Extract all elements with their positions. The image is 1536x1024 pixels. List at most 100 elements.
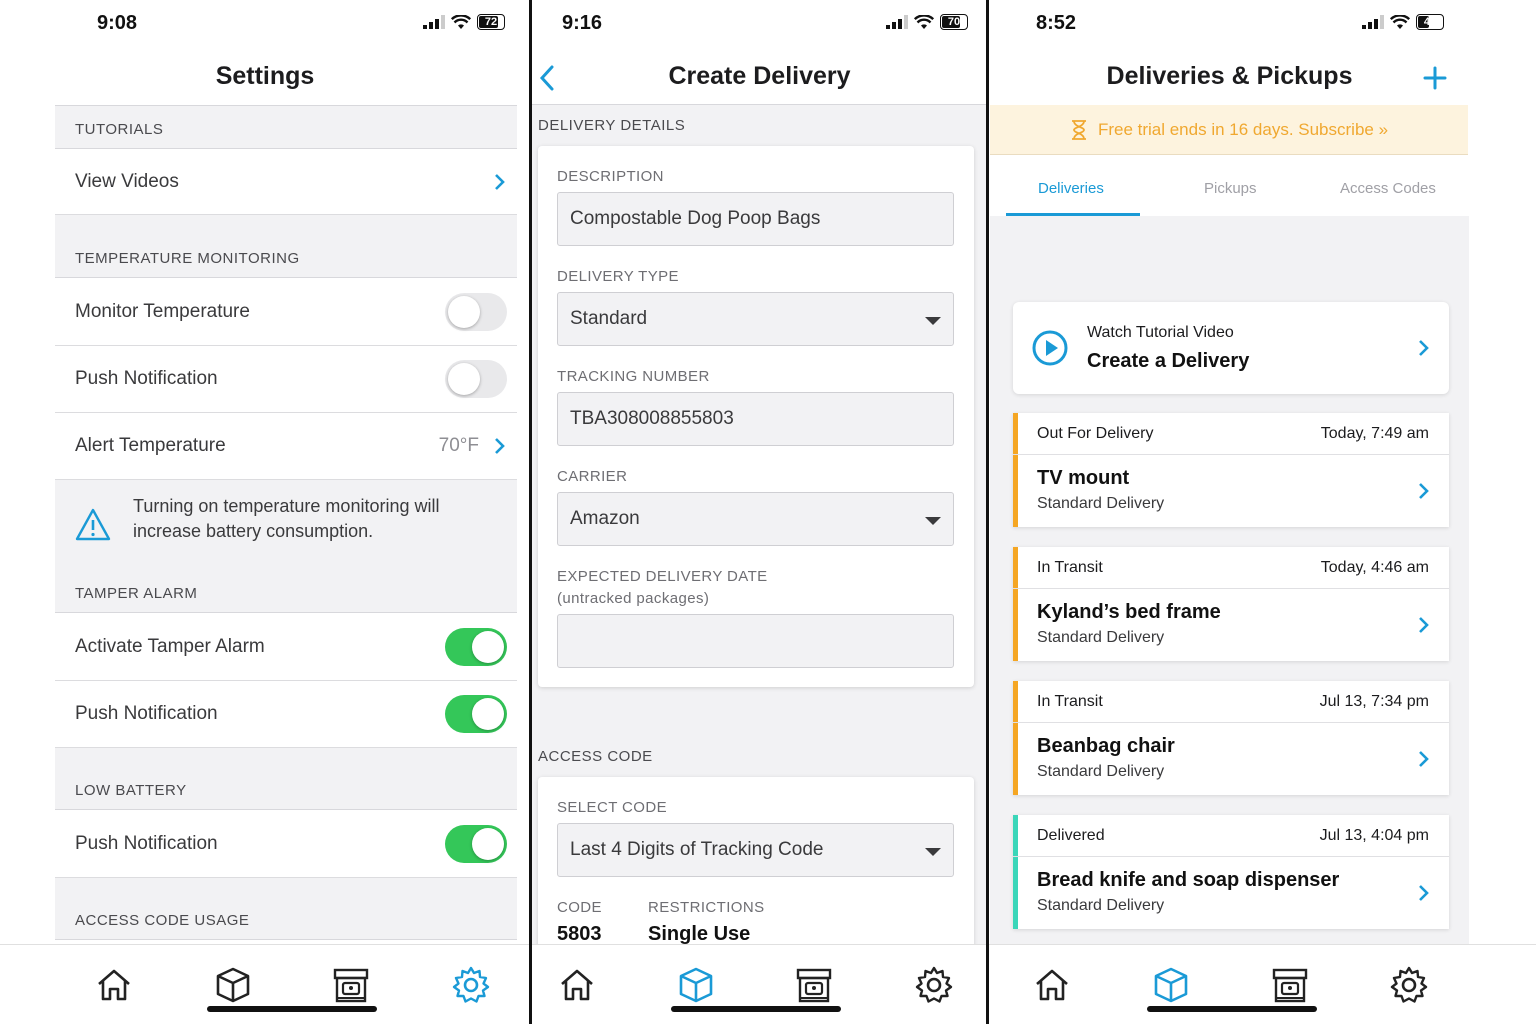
description-input[interactable]: Compostable Dog Poop Bags (557, 192, 954, 246)
package-icon[interactable] (1151, 965, 1191, 1005)
battery-icon: 70 (940, 14, 968, 30)
delivery-type: Standard Delivery (1037, 629, 1165, 646)
delivery-status: In Transit (1037, 558, 1103, 576)
status-time: 9:08 (97, 12, 138, 34)
warning-text: Turning on temperature monitoring will i… (133, 496, 440, 541)
delivery-type: Standard Delivery (1037, 495, 1165, 512)
delivery-type-label: DELIVERY TYPE (557, 268, 679, 285)
delivery-card[interactable]: In Transit Today, 4:46 am Kyland’s bed fr… (1013, 547, 1449, 661)
tracking-number-input[interactable]: TBA308008855803 (557, 392, 954, 446)
page-title: Create Delivery (668, 62, 851, 90)
home-indicator (671, 1006, 841, 1012)
tab-pickups[interactable]: Pickups (1204, 180, 1257, 197)
status-icons: 41 (1362, 14, 1444, 30)
status-time: 8:52 (1036, 12, 1077, 34)
parcel-box-icon[interactable] (794, 965, 834, 1005)
access-code-card: SELECT CODE Last 4 Digits of Tracking Co… (538, 777, 974, 957)
section-header-tutorials: TUTORIALS (55, 105, 517, 149)
delivery-card[interactable]: Delivered Jul 13, 4:04 pm Bread knife and… (1013, 815, 1449, 929)
monitor-temperature-label: Monitor Temperature (75, 300, 250, 322)
warning-icon (75, 508, 111, 541)
add-icon[interactable] (1423, 66, 1447, 90)
delivery-type-value: Standard (570, 308, 648, 329)
gear-icon[interactable] (1389, 965, 1429, 1005)
select-code-select[interactable]: Last 4 Digits of Tracking Code (557, 823, 954, 877)
battery-level: 41 (1423, 16, 1437, 28)
chevron-right-icon (495, 173, 505, 190)
view-videos-row[interactable]: View Videos (55, 149, 517, 215)
gear-icon[interactable] (451, 965, 491, 1005)
chevron-right-icon (1419, 617, 1429, 633)
trial-banner[interactable]: Free trial ends in 16 days. Subscribe » (990, 105, 1468, 155)
select-code-label: SELECT CODE (557, 799, 667, 816)
package-icon[interactable] (676, 965, 716, 1005)
tracking-number-label: TRACKING NUMBER (557, 368, 710, 385)
home-icon[interactable] (1032, 965, 1072, 1005)
temperature-push-toggle[interactable] (445, 360, 507, 398)
delivery-type-select[interactable]: Standard (557, 292, 954, 346)
delivery-title: Kyland’s bed frame (1037, 601, 1221, 623)
delivery-type: Standard Delivery (1037, 897, 1165, 914)
tutorial-small-text: Watch Tutorial Video (1087, 324, 1234, 341)
tutorial-card[interactable]: Watch Tutorial Video Create a Delivery (1013, 302, 1449, 394)
parcel-box-icon[interactable] (331, 965, 371, 1005)
home-indicator (207, 1006, 377, 1012)
activate-tamper-toggle[interactable] (445, 627, 507, 666)
wifi-icon (1390, 14, 1410, 29)
home-indicator (1147, 1006, 1317, 1012)
tab-access-codes[interactable]: Access Codes (1340, 180, 1436, 197)
description-label: DESCRIPTION (557, 168, 664, 185)
select-code-value: Last 4 Digits of Tracking Code (570, 839, 824, 860)
chevron-right-icon (1419, 340, 1429, 356)
page-title: Settings (215, 62, 315, 90)
restrictions-label: RESTRICTIONS (648, 899, 765, 916)
active-tab-underline (1006, 213, 1140, 216)
monitor-temperature-toggle[interactable] (445, 292, 507, 331)
chevron-right-icon (1419, 885, 1429, 901)
delivery-details-header: DELIVERY DETAILS (538, 117, 686, 134)
hourglass-icon (1071, 119, 1086, 140)
tab-deliveries[interactable]: Deliveries (1038, 180, 1104, 197)
gear-icon[interactable] (914, 965, 954, 1005)
activate-tamper-label: Activate Tamper Alarm (75, 635, 265, 657)
carrier-value: Amazon (570, 508, 640, 529)
delivery-time: Jul 13, 7:34 pm (1319, 692, 1429, 710)
wifi-icon (914, 14, 934, 29)
delivery-type: Standard Delivery (1037, 763, 1165, 780)
delivery-card-header: In Transit Jul 13, 7:34 pm (1013, 681, 1449, 723)
delivery-card[interactable]: Out For Delivery Today, 7:49 am TV mount … (1013, 413, 1449, 527)
signal-icon (1362, 15, 1384, 29)
battery-icon: 72 (477, 14, 505, 30)
delivery-title: Beanbag chair (1037, 735, 1175, 757)
section-header-low-battery: LOW BATTERY (55, 748, 517, 810)
delivery-card-header: Out For Delivery Today, 7:49 am (1013, 413, 1449, 455)
code-value: 5803 (557, 923, 602, 945)
carrier-label: CARRIER (557, 468, 628, 485)
home-icon[interactable] (94, 965, 134, 1005)
parcel-box-icon[interactable] (1270, 965, 1310, 1005)
battery-push-toggle[interactable] (445, 824, 507, 863)
access-code-header: ACCESS CODE (538, 748, 653, 765)
alert-temperature-row[interactable]: Alert Temperature 70°F (55, 413, 517, 480)
monitor-temperature-row: Monitor Temperature (55, 278, 517, 346)
dropdown-caret-icon (925, 848, 941, 856)
battery-level: 72 (484, 16, 498, 28)
battery-level: 70 (947, 16, 961, 28)
tamper-push-toggle[interactable] (445, 695, 507, 733)
dropdown-caret-icon (925, 317, 941, 325)
settings-screen: 9:08 72 Settings TUTORIALS View Videos T… (0, 0, 530, 1024)
home-icon[interactable] (557, 965, 597, 1005)
delivery-time: Jul 13, 4:04 pm (1319, 826, 1429, 844)
delivery-time: Today, 4:46 am (1320, 558, 1429, 576)
delivery-status: Out For Delivery (1037, 424, 1154, 442)
alert-temperature-value: 70°F (438, 435, 479, 456)
expected-date-label: EXPECTED DELIVERY DATE (557, 568, 768, 585)
battery-icon: 41 (1416, 14, 1444, 30)
carrier-select[interactable]: Amazon (557, 492, 954, 546)
signal-icon (886, 15, 908, 29)
trial-text: Free trial ends in 16 days. Subscribe » (1097, 119, 1389, 139)
package-icon[interactable] (213, 965, 253, 1005)
expected-date-input[interactable] (557, 614, 954, 668)
chevron-right-icon (495, 438, 505, 454)
delivery-card[interactable]: In Transit Jul 13, 7:34 pm Beanbag chair … (1013, 681, 1449, 795)
